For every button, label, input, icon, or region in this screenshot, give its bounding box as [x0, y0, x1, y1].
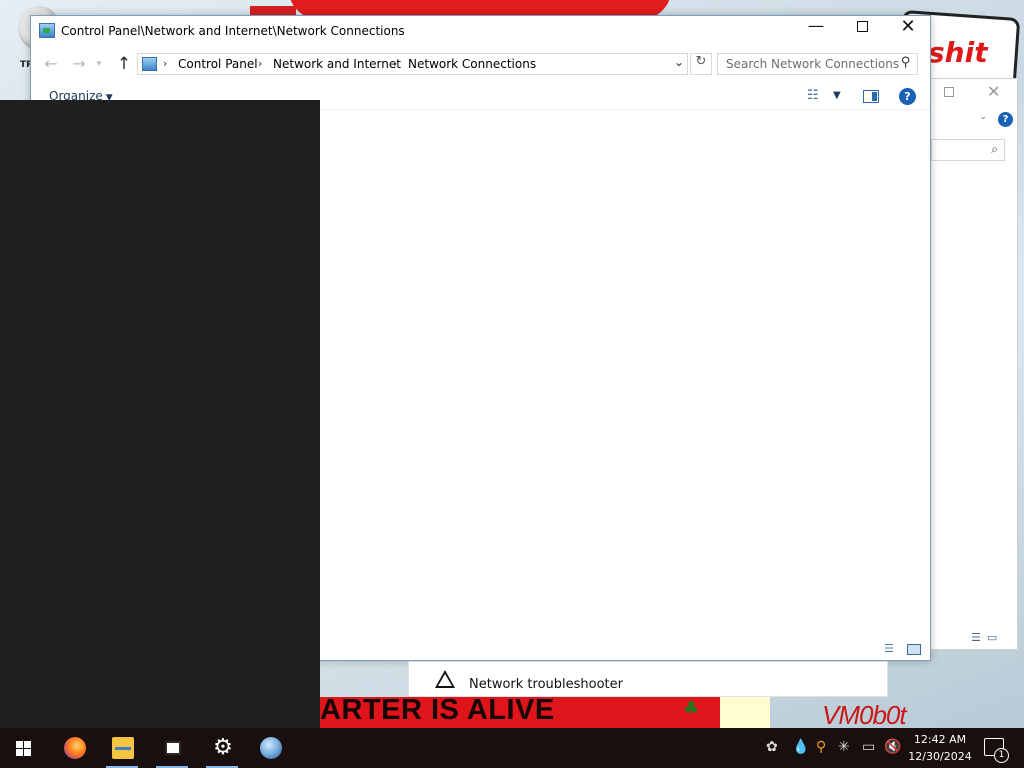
file-explorer-icon — [112, 737, 134, 759]
wallpaper-sign-text: shit — [928, 36, 988, 69]
title-bar[interactable]: Control Panel\Network and Internet\Netwo… — [31, 16, 930, 46]
background-window[interactable]: ✕ ⌄ ? ⌕ ☰▭ — [930, 78, 1018, 650]
large-icons-view-icon[interactable] — [907, 644, 921, 655]
occluded-panel — [0, 100, 320, 728]
taskbar-firefox[interactable] — [50, 728, 98, 768]
tray-drop-icon[interactable]: 💧 — [792, 739, 809, 755]
close-button[interactable]: ✕ — [987, 82, 1000, 101]
help-icon[interactable]: ? — [899, 88, 916, 105]
network-troubleshooter-bar[interactable]: Network troubleshooter — [408, 661, 888, 697]
details-view-icon[interactable]: ☰ — [884, 642, 894, 655]
breadcrumb-network-connections[interactable]: Network Connections — [408, 57, 536, 71]
wallpaper-corner-text: VM0b0t — [822, 700, 907, 728]
firefox-icon — [64, 737, 86, 759]
chevron-down-icon[interactable]: ⌄ — [979, 111, 987, 122]
search-input[interactable]: ⌕ — [931, 139, 1005, 161]
tray-search-icon[interactable]: ⚲ — [816, 739, 826, 755]
preview-pane-icon[interactable] — [863, 90, 879, 103]
view-toggle-icons[interactable]: ☰▭ — [971, 631, 1003, 644]
help-icon[interactable]: ? — [998, 112, 1013, 127]
system-clock[interactable]: 12:42 AM 12/30/2024 — [904, 731, 976, 765]
clock-date: 12/30/2024 — [908, 750, 972, 763]
tree-icon: ♣ — [683, 698, 700, 719]
breadcrumb-separator[interactable]: › — [163, 57, 167, 70]
tray-snowflake-icon[interactable]: ✳ — [838, 739, 850, 755]
caret-down-icon[interactable]: ▼ — [833, 90, 841, 101]
chevron-down-icon[interactable]: ⌄ — [674, 55, 684, 69]
taskbar-files[interactable] — [148, 728, 196, 768]
search-placeholder: Search Network Connections — [726, 57, 900, 71]
recent-locations-icon[interactable]: ▾ — [93, 54, 105, 74]
back-arrow-icon[interactable]: ← — [39, 54, 63, 74]
address-bar-row: ← → ▾ ↑ › Control Panel › Network and In… — [31, 49, 930, 79]
breadcrumb-control-panel[interactable]: Control Panel — [178, 57, 258, 71]
files-icon — [165, 741, 181, 755]
windows-logo-icon — [16, 741, 32, 756]
window-title: Control Panel\Network and Internet\Netwo… — [61, 24, 405, 38]
troubleshooter-label[interactable]: Network troubleshooter — [469, 677, 623, 692]
search-input[interactable]: Search Network Connections ⚲ — [717, 53, 918, 75]
tray-app-icon[interactable]: ✿ — [766, 739, 778, 755]
minimize-button[interactable]: — — [793, 16, 839, 46]
search-icon: ⚲ — [901, 55, 911, 70]
refresh-icon[interactable]: ↻ — [690, 53, 712, 75]
breadcrumb-separator[interactable]: › — [393, 57, 397, 70]
breadcrumb-separator[interactable]: › — [258, 57, 262, 70]
network-icon[interactable]: ▭ — [862, 739, 875, 755]
warning-icon — [435, 670, 455, 688]
taskbar-file-explorer[interactable] — [98, 728, 146, 768]
maximize-button[interactable] — [839, 16, 885, 46]
taskbar-globe-app[interactable] — [246, 728, 294, 768]
volume-muted-icon[interactable]: 🔇 — [884, 739, 901, 755]
network-connections-icon — [39, 23, 55, 38]
wallpaper-banner-text: ARTER IS ALIVE — [320, 694, 555, 726]
close-button[interactable]: ✕ — [885, 16, 931, 46]
maximize-icon — [856, 21, 868, 32]
settings-icon: ⚙ — [213, 735, 233, 760]
breadcrumb-network-and-internet[interactable]: Network and Internet — [273, 57, 401, 71]
notification-badge: 1 — [994, 748, 1009, 763]
up-arrow-icon[interactable]: ↑ — [112, 54, 136, 74]
globe-icon — [260, 737, 282, 759]
clock-time: 12:42 AM — [913, 733, 967, 746]
taskbar-settings[interactable]: ⚙ — [198, 728, 246, 768]
start-button[interactable] — [0, 728, 48, 768]
forward-arrow-icon[interactable]: → — [67, 54, 91, 74]
address-bar[interactable]: › Control Panel › Network and Internet ›… — [137, 53, 688, 75]
taskbar: ⚙ ✿ 💧 ⚲ ✳ ▭ 🔇 12:42 AM 12/30/2024 1 — [0, 728, 1024, 768]
control-panel-icon — [142, 57, 157, 71]
search-icon: ⌕ — [991, 142, 998, 156]
maximize-button[interactable] — [944, 87, 954, 97]
change-view-icon[interactable]: ☷ — [807, 88, 819, 103]
